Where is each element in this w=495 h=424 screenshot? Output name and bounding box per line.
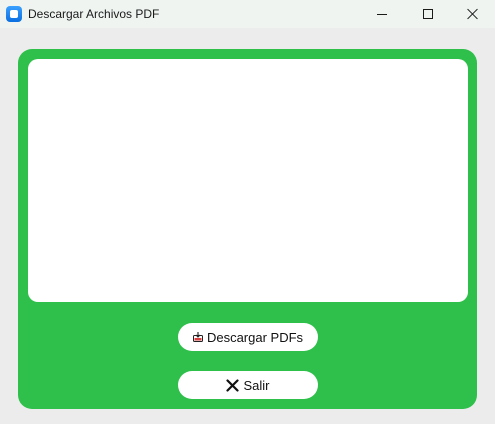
title-bar: Descargar Archivos PDF [0, 0, 495, 28]
window-title: Descargar Archivos PDF [28, 7, 160, 21]
exit-label: Salir [243, 377, 270, 393]
exit-button[interactable]: Salir [178, 371, 318, 399]
minimize-icon [377, 13, 387, 15]
download-pdfs-label: Descargar PDFs [206, 329, 304, 345]
download-pdfs-button[interactable]: Descargar PDFs [178, 323, 318, 351]
close-x-icon [226, 378, 240, 392]
maximize-button[interactable] [405, 0, 451, 28]
close-icon [466, 8, 478, 20]
content-area [28, 59, 468, 302]
maximize-icon [423, 9, 433, 19]
inbox-download-icon [192, 332, 203, 342]
main-panel: Descargar PDFs Salir [18, 49, 477, 409]
close-window-button[interactable] [449, 0, 495, 28]
app-window-icon [6, 6, 22, 22]
minimize-button[interactable] [359, 0, 405, 28]
